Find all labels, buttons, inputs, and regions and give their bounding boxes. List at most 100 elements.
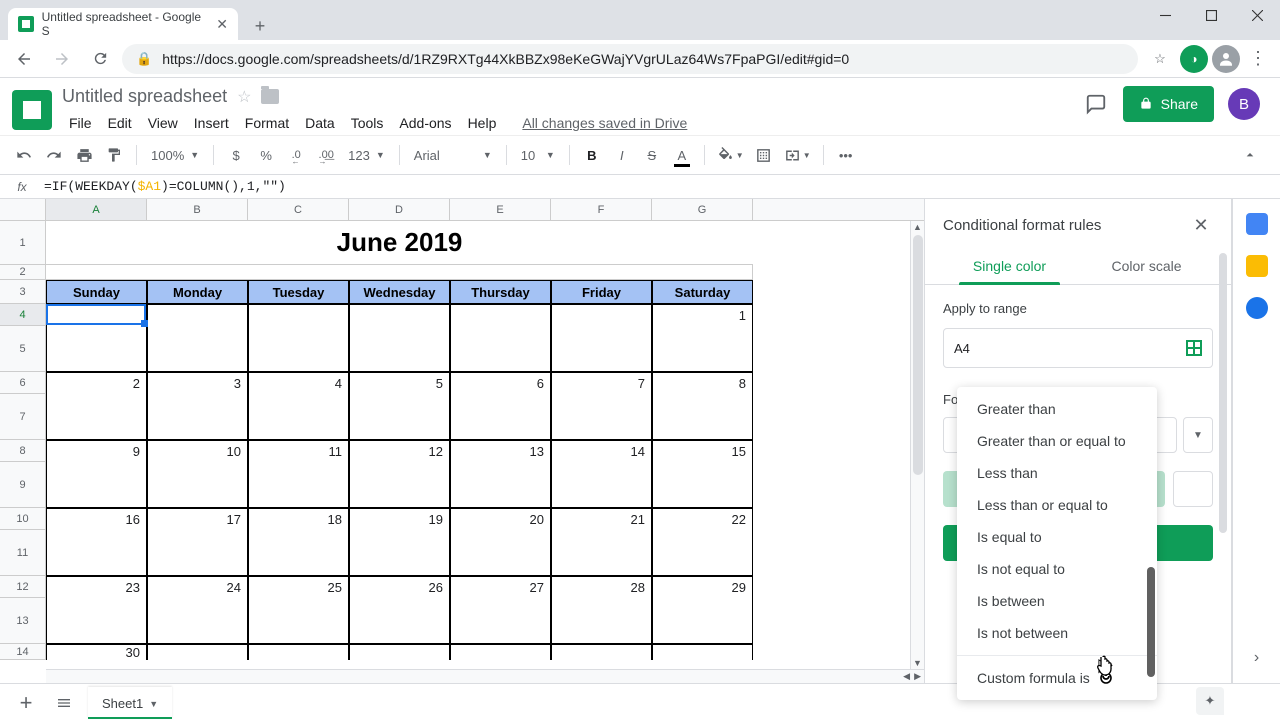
bookmark-star-icon[interactable]: ☆ xyxy=(1144,43,1176,75)
dropdown-option[interactable]: Greater than xyxy=(957,393,1157,425)
keep-addon-icon[interactable] xyxy=(1246,255,1268,277)
dropdown-option[interactable]: Less than or equal to xyxy=(957,489,1157,521)
address-bar[interactable]: 🔒 https://docs.google.com/spreadsheets/d… xyxy=(122,44,1138,74)
day-header[interactable]: Monday xyxy=(147,280,248,304)
redo-button[interactable] xyxy=(40,141,68,169)
menu-data[interactable]: Data xyxy=(298,111,342,135)
calendar-title[interactable]: June 2019 xyxy=(46,221,753,265)
date-cell[interactable]: 29 xyxy=(652,576,753,598)
date-cell[interactable]: 19 xyxy=(349,508,450,530)
tasks-addon-icon[interactable] xyxy=(1246,297,1268,319)
format-currency-button[interactable]: $ xyxy=(222,141,250,169)
all-sheets-button[interactable] xyxy=(50,689,78,717)
date-cell[interactable]: 15 xyxy=(652,440,753,462)
close-tab-icon[interactable]: ✕ xyxy=(216,16,228,33)
bold-button[interactable]: B xyxy=(578,141,606,169)
sheet-tab[interactable]: Sheet1 ▼ xyxy=(88,687,172,719)
dropdown-option[interactable]: Less than xyxy=(957,457,1157,489)
document-title[interactable]: Untitled spreadsheet xyxy=(62,86,227,107)
sidebar-scrollbar[interactable] xyxy=(1219,253,1227,673)
save-status[interactable]: All changes saved in Drive xyxy=(515,111,694,135)
date-cell[interactable]: 16 xyxy=(46,508,147,530)
horizontal-scrollbar[interactable]: ◀▶ xyxy=(46,669,924,683)
date-cell[interactable]: 26 xyxy=(349,576,450,598)
window-maximize-button[interactable] xyxy=(1188,0,1234,30)
merge-cells-button[interactable]: ▼ xyxy=(780,141,815,169)
menu-tools[interactable]: Tools xyxy=(344,111,391,135)
select-all-corner[interactable] xyxy=(0,199,46,220)
date-cell[interactable] xyxy=(349,644,450,660)
menu-view[interactable]: View xyxy=(141,111,185,135)
date-cell[interactable]: 13 xyxy=(450,440,551,462)
star-icon[interactable]: ☆ xyxy=(237,87,251,107)
account-avatar[interactable]: B xyxy=(1228,88,1260,120)
text-color-button[interactable]: A xyxy=(668,141,696,169)
range-input[interactable]: A4 xyxy=(943,328,1213,368)
date-cell[interactable]: 25 xyxy=(248,576,349,598)
chrome-menu-button[interactable]: ⋮ xyxy=(1244,48,1272,69)
date-cell[interactable] xyxy=(349,304,450,326)
col-header-c[interactable]: C xyxy=(248,199,349,220)
tab-single-color[interactable]: Single color xyxy=(941,248,1078,284)
date-cell[interactable]: 1 xyxy=(652,304,753,326)
profile-avatar-icon[interactable] xyxy=(1212,45,1240,73)
comments-icon[interactable] xyxy=(1083,91,1109,117)
date-cell[interactable]: 22 xyxy=(652,508,753,530)
date-cell[interactable] xyxy=(248,304,349,326)
date-cell[interactable] xyxy=(147,304,248,326)
format-percent-button[interactable]: % xyxy=(252,141,280,169)
date-cell[interactable]: 30 xyxy=(46,644,147,660)
menu-file[interactable]: File xyxy=(62,111,99,135)
menu-insert[interactable]: Insert xyxy=(187,111,236,135)
dropdown-option[interactable]: Is between xyxy=(957,585,1157,617)
day-header[interactable]: Tuesday xyxy=(248,280,349,304)
date-cell[interactable]: 18 xyxy=(248,508,349,530)
font-select[interactable]: Arial▼ xyxy=(408,142,498,168)
date-cell[interactable] xyxy=(46,304,147,326)
day-header[interactable]: Sunday xyxy=(46,280,147,304)
borders-button[interactable] xyxy=(750,141,778,169)
date-cell[interactable]: 2 xyxy=(46,372,147,394)
browser-tab[interactable]: Untitled spreadsheet - Google S ✕ xyxy=(8,8,238,40)
date-cell[interactable] xyxy=(551,644,652,660)
format-preview-alt[interactable] xyxy=(1173,471,1213,507)
date-cell[interactable]: 17 xyxy=(147,508,248,530)
dropdown-option[interactable]: Is not equal to xyxy=(957,553,1157,585)
date-cell[interactable]: 24 xyxy=(147,576,248,598)
menu-format[interactable]: Format xyxy=(238,111,296,135)
day-header[interactable]: Wednesday xyxy=(349,280,450,304)
date-cell[interactable]: 20 xyxy=(450,508,551,530)
day-header[interactable]: Thursday xyxy=(450,280,551,304)
sidebar-close-button[interactable]: ✕ xyxy=(1189,215,1213,236)
rule-dropdown-toggle[interactable]: ▼ xyxy=(1183,417,1213,453)
window-close-button[interactable] xyxy=(1234,0,1280,30)
share-button[interactable]: Share xyxy=(1123,86,1214,122)
strikethrough-button[interactable]: S xyxy=(638,141,666,169)
italic-button[interactable]: I xyxy=(608,141,636,169)
col-header-g[interactable]: G xyxy=(652,199,753,220)
explore-button[interactable]: ✦ xyxy=(1196,687,1224,715)
date-cell[interactable]: 8 xyxy=(652,372,753,394)
date-cell[interactable]: 6 xyxy=(450,372,551,394)
formula-input[interactable]: =IF(WEEKDAY($A1)=COLUMN(),1,"") xyxy=(44,179,286,194)
day-header[interactable]: Friday xyxy=(551,280,652,304)
move-folder-icon[interactable] xyxy=(261,89,279,104)
menu-help[interactable]: Help xyxy=(461,111,504,135)
vertical-scrollbar[interactable]: ▲ ▼ xyxy=(910,221,924,669)
undo-button[interactable] xyxy=(10,141,38,169)
dropdown-scrollbar[interactable] xyxy=(1147,567,1155,677)
dropdown-option[interactable]: Is not between xyxy=(957,617,1157,649)
new-tab-button[interactable]: + xyxy=(246,12,274,40)
sheets-logo-icon[interactable] xyxy=(12,90,52,130)
zoom-select[interactable]: 100%▼ xyxy=(145,142,205,168)
date-cell[interactable]: 23 xyxy=(46,576,147,598)
dropdown-option[interactable]: Greater than or equal to xyxy=(957,425,1157,457)
font-size-select[interactable]: 10▼ xyxy=(515,142,561,168)
select-range-icon[interactable] xyxy=(1186,340,1202,356)
nav-reload-button[interactable] xyxy=(84,43,116,75)
date-cell[interactable]: 3 xyxy=(147,372,248,394)
date-cell[interactable]: 11 xyxy=(248,440,349,462)
date-cell[interactable]: 21 xyxy=(551,508,652,530)
date-cell[interactable]: 14 xyxy=(551,440,652,462)
date-cell[interactable]: 7 xyxy=(551,372,652,394)
